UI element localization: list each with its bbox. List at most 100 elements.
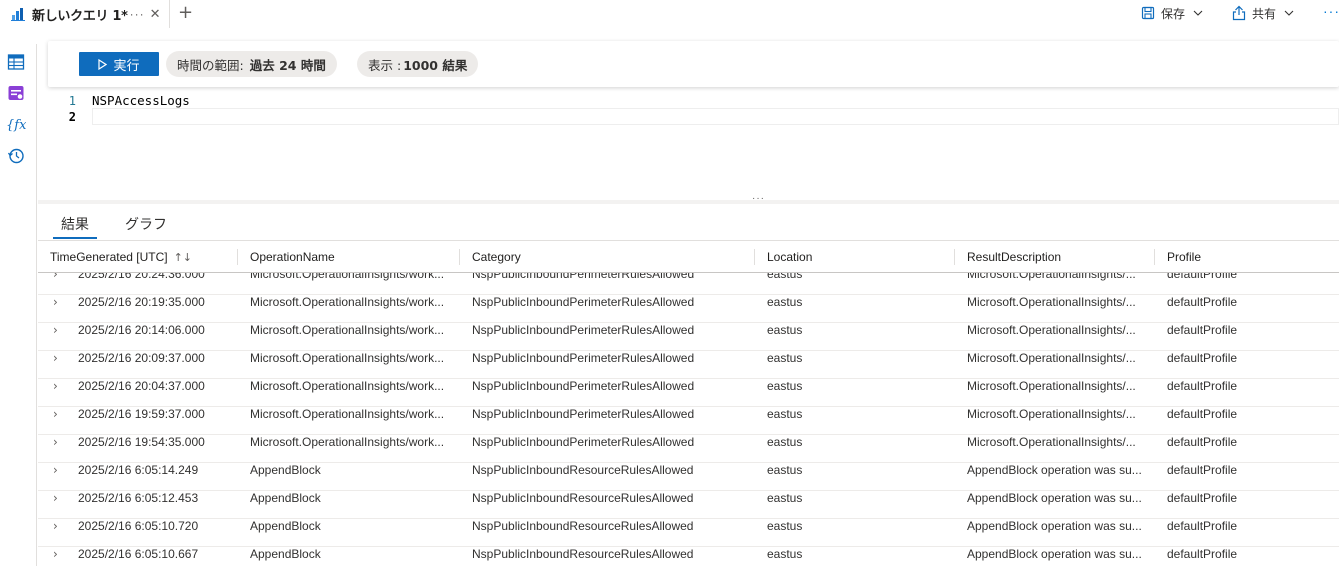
expand-row-icon[interactable]: › — [53, 547, 58, 561]
results-grid: › 2025/2/16 20:24:36.000 Microsoft.Operati… — [38, 273, 1339, 566]
expand-row-icon[interactable]: › — [53, 295, 58, 309]
chevron-down-icon — [1284, 10, 1294, 16]
result-limit-picker[interactable]: 表示 : 1000 結果 — [357, 51, 479, 77]
cell-operationname: AppendBlock — [250, 548, 321, 561]
cell-location: eastus — [767, 324, 803, 337]
expand-row-icon[interactable]: › — [53, 273, 58, 281]
column-divider[interactable] — [954, 249, 955, 265]
line-number: 2 — [68, 110, 76, 124]
table-row[interactable]: › 2025/2/16 19:54:35.000 Microsoft.Operati… — [38, 435, 1339, 463]
new-tab-button[interactable]: + — [178, 3, 193, 23]
column-divider[interactable] — [237, 249, 238, 265]
run-label: 実行 — [113, 58, 140, 74]
cell-operationname: Microsoft.OperationalInsights/work... — [250, 352, 445, 365]
share-icon — [1232, 5, 1246, 21]
cell-operationname: Microsoft.OperationalInsights/work... — [250, 436, 445, 449]
line-number: 1 — [68, 94, 76, 108]
cell-profile: defaultProfile — [1167, 464, 1238, 477]
cell-category: NspPublicInboundPerimeterRulesAllowed — [472, 324, 695, 337]
column-header-category[interactable]: Category — [472, 250, 521, 264]
cell-timegenerated: 2025/2/16 20:09:37.000 — [78, 352, 205, 365]
current-line-highlight — [92, 108, 1339, 125]
cell-operationname: Microsoft.OperationalInsights/work... — [250, 380, 445, 393]
share-label: 共有 — [1252, 6, 1277, 21]
tab-results[interactable]: 結果 — [61, 214, 89, 234]
more-actions-icon[interactable]: ··· — [1323, 3, 1339, 19]
cell-profile: defaultProfile — [1167, 548, 1238, 561]
time-range-picker[interactable]: 時間の範囲: 過去 24 時間 — [166, 51, 337, 77]
drag-handle-icon[interactable]: ··· — [752, 193, 765, 204]
table-row[interactable]: › 2025/2/16 20:19:35.000 Microsoft.Operati… — [38, 295, 1339, 323]
left-rail: {fx} — [0, 44, 37, 566]
cell-resultdescription: AppendBlock operation was su... — [967, 464, 1142, 477]
save-button[interactable]: 保存 — [1141, 4, 1209, 22]
table-row[interactable]: › 2025/2/16 6:05:14.249 AppendBlock NspPubl… — [38, 463, 1339, 491]
cell-resultdescription: Microsoft.OperationalInsights/... — [967, 436, 1136, 449]
cell-category: NspPublicInboundResourceRulesAllowed — [472, 492, 694, 505]
table-row[interactable]: › 2025/2/16 20:04:37.000 Microsoft.Operati… — [38, 379, 1339, 407]
cell-operationname: Microsoft.OperationalInsights/work... — [250, 273, 445, 281]
table-row[interactable]: › 2025/2/16 19:59:37.000 Microsoft.Operati… — [38, 407, 1339, 435]
cell-timegenerated: 2025/2/16 20:19:35.000 — [78, 296, 205, 309]
query-tab-title: 新しいクエリ 1* — [32, 8, 128, 24]
expand-row-icon[interactable]: › — [53, 435, 58, 449]
column-header-timegenerated[interactable]: TimeGenerated [UTC] ↑↓ — [50, 250, 192, 264]
column-header-location[interactable]: Location — [767, 250, 812, 264]
cell-timegenerated: 2025/2/16 6:05:10.667 — [78, 548, 199, 561]
active-tab-indicator — [53, 237, 97, 239]
table-row[interactable]: › 2025/2/16 20:14:06.000 Microsoft.Operati… — [38, 323, 1339, 351]
tab-chart[interactable]: グラフ — [125, 214, 167, 234]
cell-operationname: AppendBlock — [250, 492, 321, 505]
cell-profile: defaultProfile — [1167, 380, 1238, 393]
tab-more-icon[interactable]: ··· — [130, 7, 145, 21]
table-row[interactable]: › 2025/2/16 20:09:37.000 Microsoft.Operati… — [38, 351, 1339, 379]
play-icon — [98, 58, 108, 70]
query-editor[interactable]: 1 NSPAccessLogs 2 — [38, 92, 1339, 200]
table-row[interactable]: › 2025/2/16 6:05:12.453 AppendBlock NspPubl… — [38, 491, 1339, 519]
cell-category: NspPublicInboundPerimeterRulesAllowed — [472, 380, 695, 393]
table-row[interactable]: › 2025/2/16 6:05:10.667 AppendBlock NspPubl… — [38, 547, 1339, 566]
expand-row-icon[interactable]: › — [53, 407, 58, 421]
column-divider[interactable] — [754, 249, 755, 265]
tables-icon[interactable] — [6, 52, 26, 72]
table-row[interactable]: › 2025/2/16 20:24:36.000 Microsoft.Operati… — [38, 273, 1339, 295]
code-line[interactable]: NSPAccessLogs — [92, 93, 190, 108]
cell-location: eastus — [767, 464, 803, 477]
saved-queries-icon[interactable] — [6, 83, 26, 103]
expand-row-icon[interactable]: › — [53, 379, 58, 393]
expand-row-icon[interactable]: › — [53, 323, 58, 337]
cell-resultdescription: AppendBlock operation was su... — [967, 492, 1142, 505]
cell-category: NspPublicInboundPerimeterRulesAllowed — [472, 273, 695, 281]
sort-icon[interactable]: ↑↓ — [174, 251, 192, 264]
history-icon[interactable] — [6, 146, 26, 166]
log-analytics-icon — [11, 8, 25, 21]
column-header-resultdescription[interactable]: ResultDescription — [967, 250, 1061, 264]
editor-results-splitter[interactable] — [38, 200, 1339, 204]
column-divider[interactable] — [1154, 249, 1155, 265]
run-button[interactable]: 実行 — [79, 52, 159, 76]
result-limit-value: 1000 結果 — [403, 57, 468, 73]
table-row[interactable]: › 2025/2/16 6:05:10.720 AppendBlock NspPubl… — [38, 519, 1339, 547]
expand-row-icon[interactable]: › — [53, 463, 58, 477]
expand-row-icon[interactable]: › — [53, 351, 58, 365]
expand-row-icon[interactable]: › — [53, 519, 58, 533]
functions-icon[interactable]: {fx} — [6, 114, 26, 134]
cell-profile: defaultProfile — [1167, 520, 1238, 533]
column-header-operationname[interactable]: OperationName — [250, 250, 335, 264]
share-button[interactable]: 共有 — [1232, 4, 1300, 22]
expand-row-icon[interactable]: › — [53, 491, 58, 505]
close-tab-icon[interactable]: ✕ — [150, 6, 161, 22]
cell-timegenerated: 2025/2/16 20:04:37.000 — [78, 380, 205, 393]
cell-profile: defaultProfile — [1167, 352, 1238, 365]
column-header-profile[interactable]: Profile — [1167, 250, 1201, 264]
cell-location: eastus — [767, 408, 803, 421]
cell-resultdescription: AppendBlock operation was su... — [967, 548, 1142, 561]
query-tab[interactable]: 新しいクエリ 1* ··· ✕ — [0, 0, 170, 28]
cell-category: NspPublicInboundResourceRulesAllowed — [472, 520, 694, 533]
cell-operationname: Microsoft.OperationalInsights/work... — [250, 296, 445, 309]
chevron-down-icon — [1193, 10, 1203, 16]
cell-profile: defaultProfile — [1167, 408, 1238, 421]
cell-profile: defaultProfile — [1167, 492, 1238, 505]
cell-profile: defaultProfile — [1167, 296, 1238, 309]
column-divider[interactable] — [459, 249, 460, 265]
